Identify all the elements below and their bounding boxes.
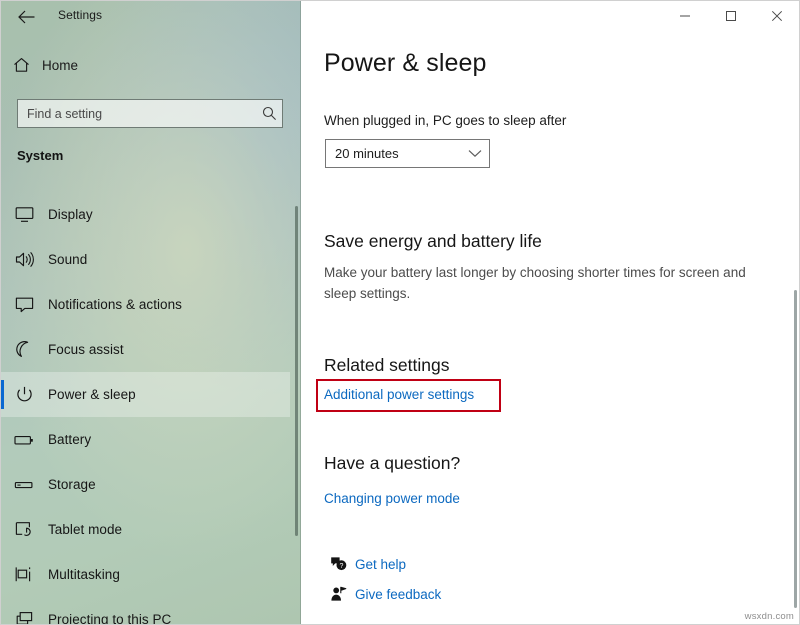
notification-icon <box>0 296 48 313</box>
give-feedback-link[interactable]: Give feedback <box>321 583 441 605</box>
sleep-timeout-label: When plugged in, PC goes to sleep after <box>324 113 567 128</box>
maximize-icon[interactable] <box>708 0 754 31</box>
sidebar-item-label: Battery <box>48 432 92 447</box>
changing-power-mode-link[interactable]: Changing power mode <box>324 491 460 506</box>
sidebar-item-display[interactable]: Display <box>0 192 290 237</box>
sidebar-scrollbar[interactable] <box>295 206 298 536</box>
moon-icon <box>0 341 48 358</box>
search-icon[interactable] <box>256 106 282 121</box>
sidebar-titlebar: Settings <box>0 0 301 33</box>
sidebar-item-focus-assist[interactable]: Focus assist <box>0 327 290 372</box>
battery-icon <box>0 433 48 447</box>
app-title: Settings <box>58 8 103 22</box>
footer-link-label: Give feedback <box>355 586 442 602</box>
sidebar-item-battery[interactable]: Battery <box>0 417 290 462</box>
sidebar-item-multitasking[interactable]: Multitasking <box>0 552 290 597</box>
sidebar-item-label: Projecting to this PC <box>48 612 172 625</box>
power-icon <box>0 386 48 404</box>
have-a-question-heading: Have a question? <box>324 453 461 473</box>
sleep-timeout-value: 20 minutes <box>335 146 399 161</box>
sidebar-item-power-sleep[interactable]: Power & sleep <box>0 372 290 417</box>
window-controls <box>662 0 800 31</box>
get-help-link[interactable]: ? Get help <box>321 553 406 575</box>
sidebar-item-tablet-mode[interactable]: Tablet mode <box>0 507 290 552</box>
settings-content: Power & sleep When plugged in, PC goes t… <box>301 0 800 625</box>
display-icon <box>0 206 48 223</box>
minimize-icon[interactable] <box>662 0 708 31</box>
save-energy-heading: Save energy and battery life <box>324 231 542 251</box>
home-icon <box>0 57 42 73</box>
additional-power-settings-link[interactable]: Additional power settings <box>324 387 474 402</box>
search-box[interactable] <box>17 99 283 128</box>
sidebar-item-sound[interactable]: Sound <box>0 237 290 282</box>
sidebar-item-label: Home <box>42 57 79 73</box>
sidebar-group-heading: System <box>17 148 64 163</box>
sidebar-item-notifications[interactable]: Notifications & actions <box>0 282 290 327</box>
sidebar-item-label: Notifications & actions <box>48 297 182 312</box>
footer-link-label: Get help <box>355 556 407 572</box>
watermark: wsxdn.com <box>744 611 794 622</box>
speaker-icon <box>0 251 48 268</box>
storage-icon <box>0 478 48 492</box>
help-bubble-icon: ? <box>321 556 355 572</box>
tablet-icon <box>0 521 48 539</box>
sidebar-item-storage[interactable]: Storage <box>0 462 290 507</box>
sidebar-item-home[interactable]: Home <box>0 47 290 83</box>
content-scrollbar[interactable] <box>794 290 797 608</box>
settings-sidebar: Settings Home System <box>0 0 301 625</box>
sidebar-item-label: Focus assist <box>48 342 124 357</box>
feedback-person-icon <box>321 586 355 602</box>
projecting-icon <box>0 611 48 625</box>
sidebar-item-label: Sound <box>48 252 88 267</box>
sidebar-item-label: Power & sleep <box>48 387 136 402</box>
sidebar-nav-list: Display Sound Notifications & actions Fo… <box>0 192 290 625</box>
close-icon[interactable] <box>754 0 800 31</box>
chevron-down-icon <box>461 149 489 158</box>
related-settings-heading: Related settings <box>324 355 450 375</box>
settings-window: Settings Home System <box>0 0 800 625</box>
sidebar-item-label: Display <box>48 207 93 222</box>
back-arrow-icon[interactable] <box>11 4 41 30</box>
search-input[interactable] <box>18 106 256 121</box>
sidebar-item-label: Tablet mode <box>48 522 123 537</box>
sidebar-item-label: Storage <box>48 477 96 492</box>
sleep-timeout-dropdown[interactable]: 20 minutes <box>325 139 490 168</box>
svg-text:?: ? <box>339 563 343 570</box>
sidebar-item-label: Multitasking <box>48 567 120 582</box>
multitasking-icon <box>0 566 48 583</box>
sidebar-item-projecting[interactable]: Projecting to this PC <box>0 597 290 625</box>
page-title: Power & sleep <box>324 49 487 77</box>
save-energy-description: Make your battery last longer by choosin… <box>324 265 746 301</box>
